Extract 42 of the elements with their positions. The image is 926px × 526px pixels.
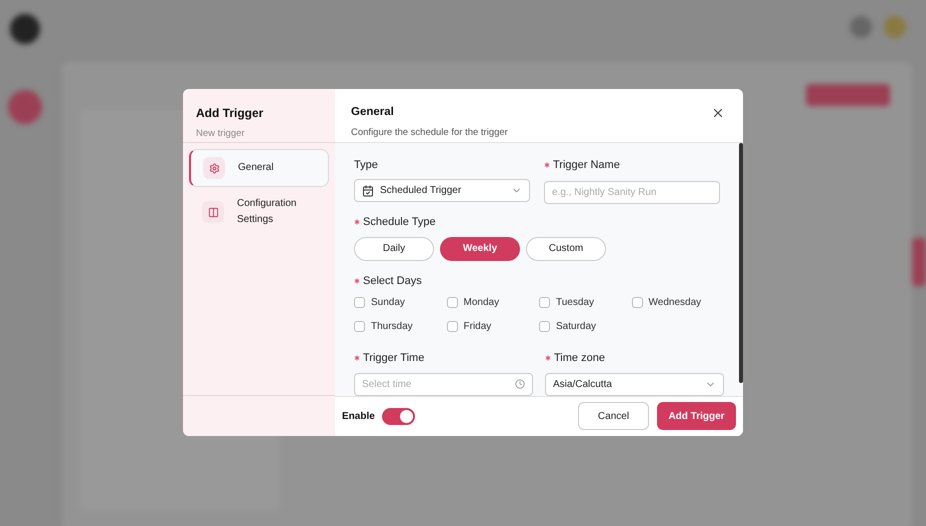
day-label: Sunday — [371, 296, 405, 310]
day-checkbox[interactable] — [446, 297, 458, 308]
day-label: Tuesday — [556, 296, 594, 310]
field-label: Select Days — [363, 274, 422, 289]
dialog-title: Add Trigger — [196, 105, 264, 122]
day-checkbox[interactable] — [354, 297, 365, 308]
time-zone-select[interactable]: Asia/Calcutta — [545, 372, 724, 396]
day-label: Friday — [464, 320, 492, 334]
field-label: Trigger Time — [363, 351, 424, 366]
schedule-type-option[interactable]: Custom — [526, 236, 606, 261]
field-label: Schedule Type — [363, 215, 436, 230]
day-label: Wednesday — [648, 296, 702, 310]
day-checkbox[interactable] — [539, 297, 550, 308]
trigger-name-field[interactable]: e.g., Nightly Sanity Run — [544, 181, 720, 204]
day-checkbox[interactable] — [632, 297, 642, 308]
day-checkbox[interactable] — [539, 321, 550, 332]
close-button[interactable] — [711, 106, 725, 120]
schedule-type-option[interactable]: Daily — [354, 236, 434, 261]
section-subtitle: Configure the schedule for the trigger — [351, 126, 509, 140]
day-checkbox[interactable] — [354, 321, 365, 332]
day-label: Monday — [464, 296, 500, 310]
columns-icon — [208, 206, 218, 218]
settings-icon — [208, 162, 220, 174]
field-label: Time zone — [554, 351, 605, 366]
enable-label: Enable — [342, 410, 375, 424]
field-label: Type — [354, 158, 378, 173]
dialog-subtitle: New trigger — [196, 127, 246, 141]
day-checkbox[interactable] — [446, 321, 458, 332]
day-label: Saturday — [556, 320, 596, 334]
day-label: Thursday — [371, 320, 413, 334]
section-title: General — [351, 105, 394, 120]
type-select[interactable]: Scheduled Trigger — [354, 179, 530, 202]
scrollbar[interactable] — [739, 142, 743, 383]
clock-icon — [515, 379, 525, 390]
cancel-button[interactable]: Cancel — [578, 402, 649, 430]
add-trigger-button[interactable]: Add Trigger — [657, 402, 736, 430]
calendar-icon — [362, 184, 374, 197]
sidebar-tab[interactable]: Configuration Settings — [189, 193, 329, 231]
schedule-type-option[interactable]: Weekly — [440, 236, 520, 261]
sidebar-tab[interactable]: General — [189, 149, 329, 187]
enable-toggle[interactable] — [382, 408, 415, 425]
field-label: Trigger Name — [553, 158, 620, 173]
